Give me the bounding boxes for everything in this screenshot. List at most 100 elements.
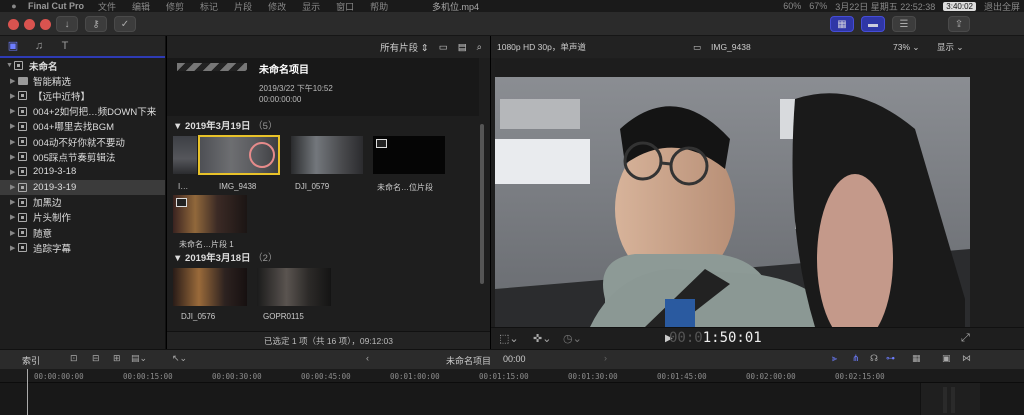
libraries-tab-icon[interactable]: ▣	[6, 40, 20, 52]
disclosure-right-icon[interactable]: ▶	[10, 138, 18, 146]
keywords-button[interactable]: ⚷	[85, 16, 107, 32]
disclosure-down-icon[interactable]: ▼	[6, 62, 14, 69]
sidebar-item-event[interactable]: ▶ 005踩点节奏剪辑法	[0, 149, 165, 164]
clip-thumbnail[interactable]	[257, 268, 331, 306]
select-tool-icon[interactable]: ↖⌄	[172, 353, 187, 364]
photos-audio-tab-icon[interactable]: ♫	[32, 40, 46, 52]
clip-thumbnail[interactable]	[173, 195, 247, 233]
import-button[interactable]: ↓	[56, 16, 78, 32]
disclosure-down-icon[interactable]: ▼	[173, 121, 185, 132]
share-button[interactable]: ⇪	[948, 16, 970, 32]
view-options-icon[interactable]: ⬚⌄	[499, 332, 519, 345]
sidebar-item-event[interactable]: ▶ 2019-3-18	[0, 164, 165, 179]
zoom-window-icon[interactable]	[40, 19, 51, 30]
sidebar-item-label: 加黑边	[33, 198, 62, 210]
clip-appearance-icon[interactable]: ▦	[912, 353, 921, 364]
video-only-icon[interactable]: ⋔	[852, 353, 860, 364]
forward-arrow-icon[interactable]: ›	[604, 353, 607, 363]
headphones-icon[interactable]: ☊	[870, 353, 878, 364]
disclosure-right-icon[interactable]: ▶	[10, 92, 18, 100]
sidebar-item-event[interactable]: ▶ 【远中近特】	[0, 88, 165, 103]
exit-fullscreen-button[interactable]: 退出全屏	[984, 0, 1020, 13]
disclosure-right-icon[interactable]: ▶	[10, 168, 18, 176]
sidebar-item-event[interactable]: ▶ 片头制作	[0, 210, 165, 225]
disclosure-right-icon[interactable]: ▶	[10, 122, 18, 130]
effects-browser-icon[interactable]: ▣	[942, 353, 951, 364]
menu-edit[interactable]: 编辑	[132, 0, 150, 13]
filmstrip-view-icon[interactable]: ▤	[458, 42, 467, 53]
menu-file[interactable]: 文件	[98, 0, 116, 13]
insert-clip-icon[interactable]: ⊟	[92, 353, 100, 364]
search-icon[interactable]: ⌕	[477, 42, 482, 53]
timeline-ruler[interactable]: 00:00:00:00 00:00:15:00 00:00:30:00 00:0…	[0, 369, 1024, 383]
transform-tool-icon[interactable]: ✜⌄	[533, 332, 551, 345]
viewer-clip-name: IMG_9438	[711, 42, 751, 52]
append-clip-icon[interactable]: ⊞	[113, 353, 121, 364]
sidebar-item-event[interactable]: ▶ 加黑边	[0, 195, 165, 210]
sliders-icon: ☰	[899, 18, 909, 30]
titles-generators-tab-icon[interactable]: T	[58, 40, 72, 52]
timeline-tracks[interactable]	[0, 383, 1024, 415]
multicam-icon	[376, 139, 387, 148]
disclosure-right-icon[interactable]: ▶	[10, 213, 18, 221]
menu-clip[interactable]: 片段	[234, 0, 252, 13]
minimize-window-icon[interactable]	[24, 19, 35, 30]
show-timeline-button[interactable]: ▬	[861, 16, 885, 32]
back-arrow-icon[interactable]: ‹	[366, 353, 369, 363]
transitions-browser-icon[interactable]: ⋈	[962, 353, 971, 364]
sidebar-item-event[interactable]: ▶ 随意	[0, 225, 165, 240]
disclosure-right-icon[interactable]: ▶	[10, 229, 18, 237]
event-section-header[interactable]: ▼ 2019年3月19日 （5）	[173, 118, 277, 132]
project-date: 2019/3/22 下午10:52	[259, 84, 333, 93]
disclosure-down-icon[interactable]: ▼	[173, 253, 185, 264]
clip-thumbnail-selected[interactable]	[198, 135, 280, 175]
sidebar-item-event[interactable]: ▶ 004+哪里去找BGM	[0, 119, 165, 134]
sidebar-item-event[interactable]: ▶ 004+2如何把…频DOWN下来	[0, 104, 165, 119]
close-window-icon[interactable]	[8, 19, 19, 30]
sidebar-item-event[interactable]: ▶ 004动不好你就不要动	[0, 134, 165, 149]
clip-thumbnail[interactable]	[291, 136, 363, 174]
disclosure-right-icon[interactable]: ▶	[10, 153, 18, 161]
library-root[interactable]: ▼ 未命名	[0, 58, 165, 73]
audio-waveform-icon[interactable]: ⫸	[832, 353, 837, 364]
playhead[interactable]	[27, 369, 28, 415]
background-tasks-button[interactable]: ✓	[114, 16, 136, 32]
video-frame[interactable]	[495, 59, 970, 327]
display-dropdown[interactable]: 显示 ⌄	[937, 41, 964, 53]
disclosure-right-icon[interactable]: ▶	[10, 198, 18, 206]
overwrite-clip-icon[interactable]: ▤⌄	[131, 353, 147, 364]
disclosure-right-icon[interactable]: ▶	[10, 183, 18, 191]
menu-modify[interactable]: 修改	[268, 0, 286, 13]
sidebar-item-smart-collections[interactable]: ▶ 智能精选	[0, 73, 165, 88]
connect-clip-icon[interactable]: ⊡	[70, 353, 78, 364]
clip-appearance-icon[interactable]: ▭	[439, 42, 448, 53]
menu-app-name[interactable]: Final Cut Pro	[28, 1, 84, 11]
apple-icon[interactable]: ●	[0, 1, 28, 11]
clock: 3月22日 星期五 22:52:38	[835, 1, 936, 12]
clip-thumbnail[interactable]	[373, 136, 445, 174]
sidebar-item-event-selected[interactable]: ▶ 2019-3-19	[0, 179, 165, 195]
menu-window[interactable]: 窗口	[336, 0, 354, 13]
clip-thumbnail[interactable]	[173, 268, 247, 306]
skimming-icon[interactable]: ⊶	[886, 353, 895, 364]
ruler-tick-label: 00:02:00:00	[746, 372, 796, 381]
event-section-header[interactable]: ▼ 2019年3月18日 （2）	[173, 250, 277, 264]
show-inspector-button[interactable]: ☰	[892, 16, 916, 32]
sidebar-item-event[interactable]: ▶ 追踪字幕	[0, 240, 165, 255]
menu-view[interactable]: 显示	[302, 0, 320, 13]
clip-thumbnail[interactable]	[173, 136, 197, 174]
zoom-dropdown[interactable]: 73% ⌄	[893, 42, 920, 53]
project-item[interactable]: 未命名项目 2019/3/22 下午10:52 00:00:00:00	[167, 58, 479, 116]
speed-icon[interactable]: ◷⌄	[563, 332, 582, 345]
menu-mark[interactable]: 标记	[200, 0, 218, 13]
menu-help[interactable]: 帮助	[370, 0, 388, 13]
fullscreen-icon[interactable]: ⤢	[961, 332, 970, 345]
clip-filter-dropdown[interactable]: 所有片段 ⇕	[380, 40, 429, 54]
disclosure-right-icon[interactable]: ▶	[10, 244, 18, 252]
disclosure-right-icon[interactable]: ▶	[10, 107, 18, 115]
browser-scrollbar[interactable]	[480, 124, 484, 284]
menu-trim[interactable]: 修剪	[166, 0, 184, 13]
disclosure-right-icon[interactable]: ▶	[10, 77, 18, 85]
index-button[interactable]: 索引	[22, 354, 40, 367]
show-browser-button[interactable]: ▦	[830, 16, 854, 32]
